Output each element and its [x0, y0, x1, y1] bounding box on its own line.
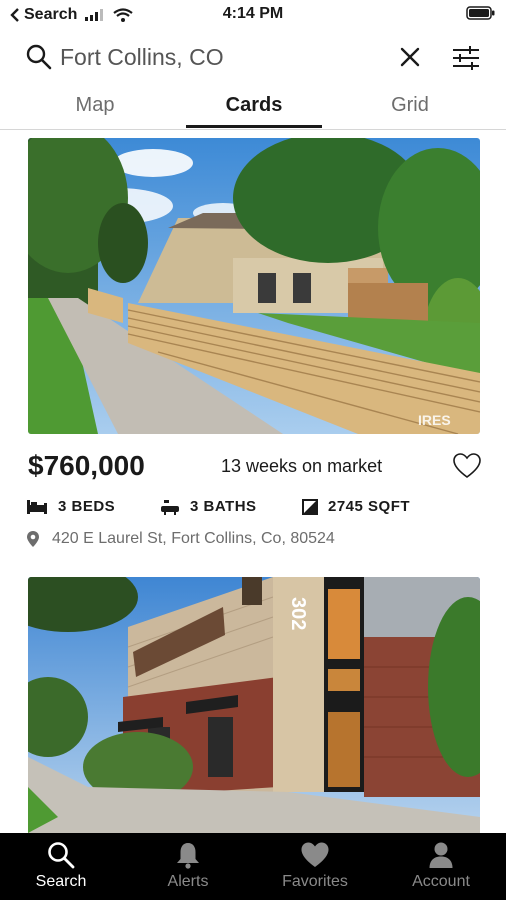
listing-photo[interactable]: 302	[28, 577, 480, 833]
search-icon	[48, 842, 75, 869]
person-icon	[429, 842, 453, 868]
battery-icon	[466, 6, 496, 25]
bathtub-icon	[161, 499, 179, 515]
status-bar: Search 4:14 PM	[0, 0, 506, 30]
sqft-label: 2745 SQFT	[328, 498, 411, 515]
address-text: 420 E Laurel St, Fort Collins, Co, 80524	[52, 530, 335, 547]
baths-label: 3 BATHS	[190, 498, 257, 515]
sqft-spec: 2745 SQFT	[302, 498, 410, 515]
listing-photo[interactable]: IRES	[28, 138, 480, 434]
tab-grid[interactable]: Grid	[370, 94, 450, 117]
bell-icon	[177, 843, 199, 869]
view-tabs: Map Cards Grid	[0, 84, 506, 130]
nav-account-label: Account	[412, 873, 470, 890]
tab-cards[interactable]: Cards	[194, 94, 314, 117]
beds-label: 3 BEDS	[58, 498, 116, 515]
nav-search[interactable]: Search	[6, 841, 116, 891]
days-on-market: 13 weeks on market	[221, 456, 383, 476]
search-icon	[26, 44, 52, 70]
listing-address[interactable]: 420 E Laurel St, Fort Collins, Co, 80524	[26, 530, 335, 548]
filter-sliders-icon[interactable]	[450, 42, 482, 74]
clear-search-button[interactable]	[397, 44, 423, 70]
nav-favorites[interactable]: Favorites	[260, 841, 370, 891]
nav-alerts[interactable]: Alerts	[133, 841, 243, 891]
bottom-nav: Search Alerts Favorites Account	[0, 833, 506, 900]
nav-favorites-label: Favorites	[282, 873, 348, 890]
building-number: 302	[287, 597, 309, 630]
search-input[interactable]: Fort Collins, CO	[60, 44, 224, 71]
nav-search-label: Search	[35, 873, 87, 890]
photo-watermark: IRES	[418, 412, 451, 428]
listing-price[interactable]: $760,000	[28, 450, 145, 482]
heart-icon	[301, 842, 329, 867]
area-icon	[302, 498, 318, 515]
bed-icon	[27, 499, 47, 514]
nav-alerts-label: Alerts	[167, 873, 209, 890]
listing-specs: 3 BEDS 3 BATHS 2745 SQFT	[26, 496, 486, 520]
tab-map[interactable]: Map	[55, 94, 135, 117]
active-tab-indicator	[186, 125, 322, 128]
baths-spec: 3 BATHS	[160, 498, 257, 515]
location-pin-icon	[27, 531, 39, 547]
status-time: 4:14 PM	[222, 5, 284, 22]
favorite-heart-icon[interactable]	[452, 452, 482, 480]
nav-account[interactable]: Account	[386, 841, 496, 891]
search-bar: Fort Collins, CO	[0, 36, 506, 80]
beds-spec: 3 BEDS	[26, 498, 115, 515]
